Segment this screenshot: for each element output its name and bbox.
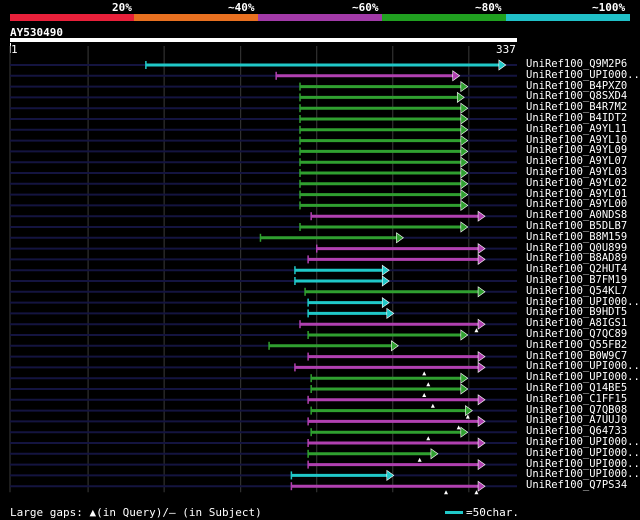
hit-arrow-icon	[460, 329, 469, 341]
hit-row[interactable]	[10, 145, 517, 157]
hit-row[interactable]	[10, 372, 517, 387]
hit-row[interactable]	[10, 264, 517, 276]
hit-row[interactable]	[10, 210, 517, 222]
hit-arrow-icon	[477, 361, 486, 373]
hit-row[interactable]	[10, 232, 517, 244]
hit-arrow-icon	[477, 415, 486, 427]
hit-arrow-icon	[460, 113, 469, 125]
hit-row[interactable]	[10, 59, 517, 71]
hit-arrow-icon	[460, 167, 469, 179]
hit-arrow-icon	[460, 178, 469, 190]
hit-arrow-icon	[477, 210, 486, 222]
hit-row[interactable]	[10, 156, 517, 168]
hit-row[interactable]	[10, 243, 517, 255]
hit-row[interactable]	[10, 178, 517, 190]
gap-legend-subject: (in Subject)	[182, 506, 262, 519]
hit-arrow-icon	[430, 448, 439, 460]
hit-arrow-icon	[498, 59, 507, 71]
hit-row[interactable]	[10, 329, 517, 341]
hit-row[interactable]	[10, 307, 517, 319]
hit-arrow-icon	[460, 426, 469, 438]
hit-row[interactable]	[10, 275, 517, 287]
hit-row[interactable]	[10, 91, 517, 103]
scale-legend-text: =50char.	[466, 506, 519, 519]
hit-arrow-icon	[477, 253, 486, 265]
hit-row[interactable]	[10, 394, 517, 408]
hit-arrow-icon	[460, 102, 469, 114]
hit-arrow-icon	[477, 394, 486, 406]
hit-arrow-icon	[460, 81, 469, 93]
hit-arrow-icon	[460, 135, 469, 147]
gap-legend-prefix: Large gaps:	[10, 506, 83, 519]
hit-arrow-icon	[391, 340, 399, 352]
hit-row[interactable]	[10, 448, 517, 462]
hit-label[interactable]: UniRef100_Q7PS34	[526, 480, 627, 491]
hit-row[interactable]	[10, 102, 517, 114]
hit-arrow-icon	[381, 297, 390, 309]
hit-row[interactable]	[10, 415, 517, 430]
gap-marker-icon	[422, 371, 427, 376]
hit-arrow-icon	[460, 199, 469, 211]
hit-row[interactable]	[10, 113, 517, 125]
hit-arrow-icon	[396, 232, 404, 244]
hit-row[interactable]	[10, 480, 517, 495]
gap-marker-icon	[456, 425, 461, 430]
hit-row[interactable]	[10, 81, 517, 93]
hit-row[interactable]	[10, 340, 517, 352]
gap-marker-icon	[444, 490, 449, 495]
hit-arrow-icon	[460, 372, 469, 384]
hit-arrow-icon	[477, 480, 486, 492]
hit-arrow-icon	[477, 351, 486, 363]
hit-arrow-icon	[477, 318, 486, 330]
hit-arrow-icon	[460, 221, 469, 233]
scale-legend-line-icon	[445, 511, 463, 514]
gap-marker-icon	[426, 382, 431, 387]
hit-row[interactable]	[10, 199, 517, 211]
hit-arrow-icon	[460, 156, 469, 168]
hit-arrow-icon	[460, 383, 469, 395]
gap-legend-query: (in Query)/	[96, 506, 169, 519]
hit-arrow-icon	[452, 70, 461, 82]
hit-arrow-icon	[477, 286, 486, 298]
gap-subject-marker-icon: –	[168, 506, 176, 519]
hit-arrow-icon	[477, 437, 486, 449]
hit-row[interactable]	[10, 297, 517, 309]
hit-row[interactable]	[10, 167, 517, 179]
hit-row[interactable]	[10, 361, 517, 376]
gap-legend: Large gaps: ▲(in Query)/– (in Subject)	[10, 506, 262, 519]
hit-arrow-icon	[477, 459, 486, 471]
gap-marker-icon	[417, 457, 422, 462]
gap-marker-icon	[422, 393, 427, 397]
hit-row[interactable]	[10, 426, 517, 441]
hit-arrow-icon	[460, 189, 469, 201]
hit-row[interactable]	[10, 437, 517, 449]
hit-row[interactable]	[10, 405, 517, 419]
scale-legend: =50char.	[445, 506, 519, 519]
hit-row[interactable]	[10, 189, 517, 201]
hit-row[interactable]	[10, 70, 517, 82]
hit-row[interactable]	[10, 383, 517, 397]
hit-row[interactable]	[10, 135, 517, 147]
hit-row[interactable]	[10, 469, 517, 481]
hit-arrow-icon	[460, 124, 469, 136]
hit-arrow-icon	[381, 264, 390, 276]
gap-marker-icon	[430, 403, 435, 408]
hit-row[interactable]	[10, 351, 517, 363]
hit-row[interactable]	[10, 286, 517, 298]
hit-row[interactable]	[10, 221, 517, 233]
hit-arrow-icon	[381, 275, 390, 287]
hit-arrow-icon	[460, 145, 469, 157]
hit-row[interactable]	[10, 124, 517, 136]
hit-arrow-icon	[477, 243, 486, 255]
hit-row[interactable]	[10, 459, 517, 471]
hit-arrow-icon	[456, 91, 465, 103]
gap-marker-icon	[426, 436, 431, 441]
hit-row[interactable]	[10, 253, 517, 265]
hit-row[interactable]	[10, 318, 517, 333]
